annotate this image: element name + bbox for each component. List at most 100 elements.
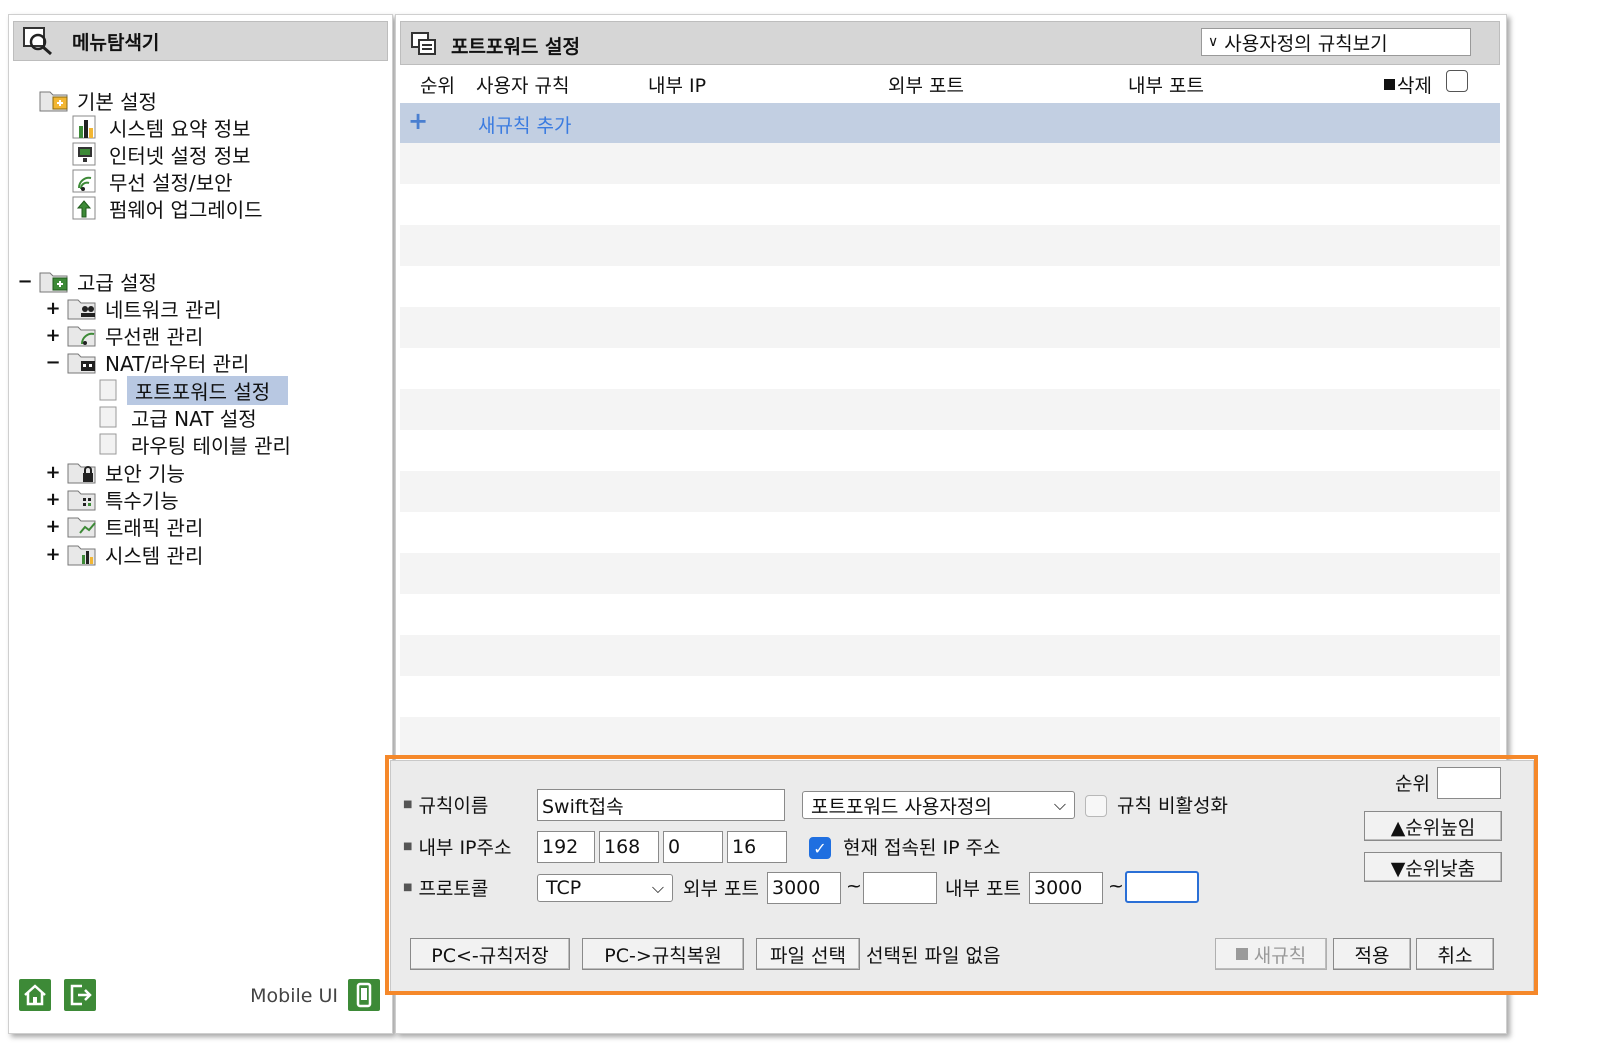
rule-name-label: ■ 규칙이름 (403, 789, 488, 819)
bar-chart-icon (72, 115, 96, 139)
table-row (400, 553, 1500, 594)
ip-octet-1[interactable]: 192 (537, 831, 595, 863)
home-button[interactable] (19, 979, 51, 1011)
new-rule-button[interactable]: 새규칙 (1215, 938, 1327, 970)
internal-port-tilde: ~ (1108, 875, 1124, 897)
page-icon (99, 433, 117, 455)
tree-label-basic: 기본 설정 (77, 89, 157, 114)
tree-item-internet-info[interactable]: 인터넷 설정 정보 (71, 141, 251, 168)
protocol-select[interactable]: TCP ⌵ (537, 874, 673, 902)
tree-item-traffic[interactable]: 트래픽 관리 (67, 513, 204, 540)
tree-toggle-system[interactable]: + (45, 541, 61, 567)
tree-toggle-traffic[interactable]: + (45, 513, 61, 539)
external-port-label: 외부 포트 (683, 877, 759, 900)
rank-down-button[interactable]: ▼순위낮춤 (1364, 852, 1502, 882)
rule-type-select[interactable]: 포트포워드 사용자정의 ⌵ (802, 791, 1075, 819)
menu-explorer-header: 메뉴탐색기 (13, 21, 388, 61)
port-forward-header: 포트포워드 설정 ∨ 사용자정의 규칙보기 (400, 21, 1500, 65)
rank-input[interactable] (1437, 767, 1501, 799)
internal-ip-label: ■ 내부 IP주소 (403, 831, 511, 861)
wifi-folder-icon (67, 326, 96, 347)
menu-explorer-panel: 메뉴탐색기 기본 설정 시스템 요약 정보 인터넷 설정 정보 무선 설정/보안… (8, 14, 393, 1034)
tree-item-advanced-nat[interactable]: 고급 NAT 설정 (97, 404, 257, 431)
tree-toggle-nat[interactable]: − (45, 349, 61, 375)
tree-item-special[interactable]: 특수기능 (67, 486, 179, 513)
tree-label-advanced: 고급 설정 (77, 270, 157, 295)
traffic-chart-icon (67, 517, 96, 538)
internal-port-label: 내부 포트 (945, 877, 1021, 900)
delete-all-checkbox[interactable] (1446, 70, 1468, 92)
table-row (400, 307, 1500, 348)
chevron-down-icon: ⌵ (1053, 795, 1066, 814)
plus-box-icon (1235, 948, 1248, 960)
table-row (400, 143, 1500, 184)
table-row (400, 389, 1500, 430)
tree-label-firmware-upgrade: 펌웨어 업그레이드 (109, 197, 263, 222)
plus-icon: + (408, 107, 429, 135)
tree-item-nat[interactable]: NAT/라우터 관리 (67, 349, 249, 376)
tree-label-routing-table: 라우팅 테이블 관리 (131, 433, 291, 458)
tree-item-network[interactable]: 네트워크 관리 (67, 295, 222, 322)
wifi-icon (72, 169, 96, 193)
tree-item-security[interactable]: 보안 기능 (67, 459, 185, 486)
table-row (400, 471, 1500, 512)
tree-toggle-advanced[interactable]: − (17, 268, 33, 294)
bullet-icon: ■ (403, 881, 413, 893)
table-row (400, 225, 1500, 266)
rule-type-value: 포트포워드 사용자정의 (811, 795, 992, 818)
tree-toggle-network[interactable]: + (45, 295, 61, 321)
mobile-phone-icon (356, 982, 372, 1008)
network-icon (67, 299, 96, 320)
new-rule-button-label: 새규칙 (1253, 944, 1307, 967)
tree-item-system[interactable]: 시스템 관리 (67, 541, 204, 568)
ip-octet-2[interactable]: 168 (599, 831, 659, 863)
rule-name-input[interactable]: Swift접속 (537, 789, 785, 821)
new-rule-row[interactable]: + 새규칙 추가 (400, 103, 1500, 143)
upgrade-arrow-icon (72, 196, 96, 220)
external-port-end-input[interactable] (863, 872, 937, 904)
tree-label-traffic: 트래픽 관리 (105, 515, 204, 540)
tree-item-routing-table[interactable]: 라우팅 테이블 관리 (97, 431, 291, 458)
left-footer: Mobile UI (19, 979, 384, 1015)
rule-view-select[interactable]: ∨ 사용자정의 규칙보기 (1201, 28, 1471, 56)
delete-minus-icon (1384, 78, 1395, 90)
mobile-ui-button[interactable] (348, 979, 380, 1011)
tree-label-internet-info: 인터넷 설정 정보 (109, 143, 251, 168)
save-to-pc-button[interactable]: PC<-규칙저장 (410, 938, 570, 970)
current-ip-checkbox[interactable]: ✓ (809, 837, 831, 859)
cancel-button[interactable]: 취소 (1416, 938, 1494, 970)
tree-label-wireless-security: 무선 설정/보안 (109, 170, 233, 195)
internal-port-end-input[interactable] (1125, 871, 1199, 903)
tree-node-advanced[interactable]: 고급 설정 (39, 268, 157, 295)
apply-button[interactable]: 적용 (1333, 938, 1411, 970)
logout-button[interactable] (64, 979, 96, 1011)
col-head-external-port: 외부 포트 (888, 74, 964, 97)
tree-label-system: 시스템 관리 (105, 543, 204, 568)
ip-octet-3[interactable]: 0 (663, 831, 723, 863)
tree-item-wlan[interactable]: 무선랜 관리 (67, 322, 203, 349)
rank-up-button[interactable]: ▲순위높임 (1364, 811, 1502, 841)
col-head-user-rule: 사용자 규칙 (476, 74, 570, 97)
tree-toggle-special[interactable]: + (45, 486, 61, 512)
tree-item-port-forward[interactable]: 포트포워드 설정 (97, 375, 289, 405)
col-head-delete: 삭제 (1384, 69, 1432, 99)
tree-label-network: 네트워크 관리 (105, 297, 222, 322)
tree-node-basic[interactable]: 기본 설정 (39, 87, 157, 114)
windows-stack-icon (411, 32, 436, 55)
bullet-icon: ■ (403, 798, 413, 810)
tree-toggle-security[interactable]: + (45, 459, 61, 485)
magnifier-icon (23, 27, 52, 56)
disable-rule-checkbox[interactable] (1085, 795, 1107, 817)
tree-item-wireless-security[interactable]: 무선 설정/보안 (71, 168, 233, 195)
protocol-value: TCP (546, 877, 582, 899)
tree-item-firmware-upgrade[interactable]: 펌웨어 업그레이드 (71, 195, 263, 222)
restore-from-pc-button[interactable]: PC->규칙복원 (582, 938, 744, 970)
internal-port-start-input[interactable]: 3000 (1029, 872, 1103, 904)
tree-toggle-wlan[interactable]: + (45, 322, 61, 348)
file-select-button[interactable]: 파일 선택 (756, 938, 860, 970)
tree-item-system-summary[interactable]: 시스템 요약 정보 (71, 114, 251, 141)
ip-octet-4[interactable]: 16 (727, 831, 787, 863)
page-icon (99, 379, 117, 401)
external-port-start-input[interactable]: 3000 (767, 872, 841, 904)
new-rule-add-link[interactable]: 새규칙 추가 (478, 111, 571, 138)
